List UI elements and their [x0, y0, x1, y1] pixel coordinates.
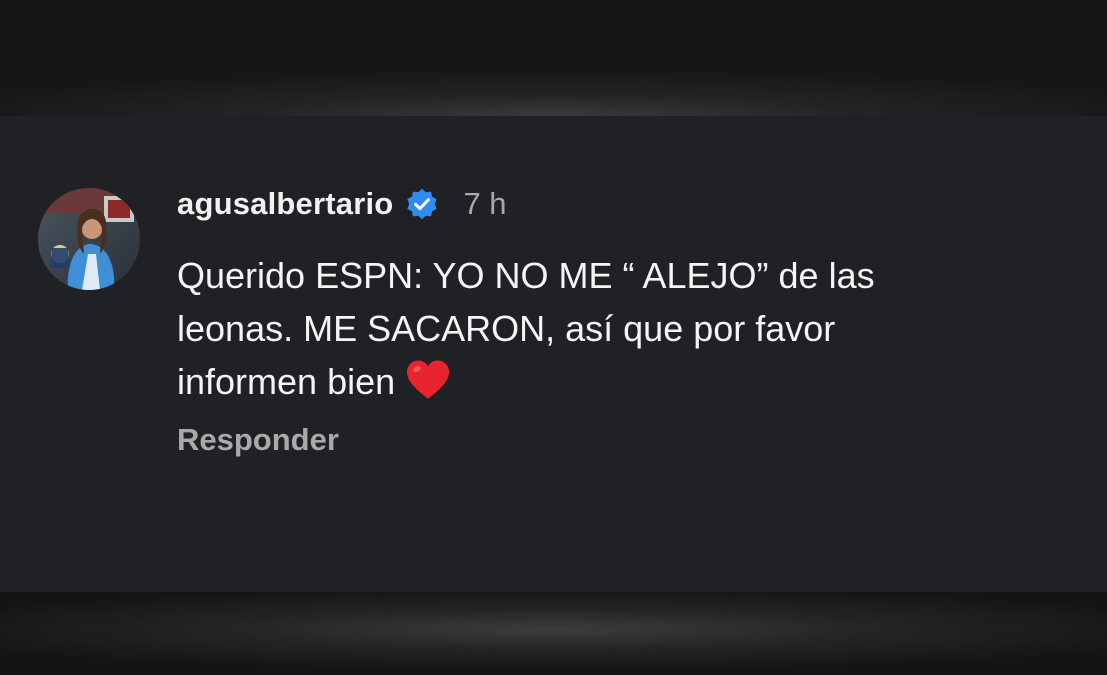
- reply-button[interactable]: Responder: [177, 422, 339, 458]
- comment-body: Querido ESPN: YO NO ME “ ALEJO” de las l…: [177, 249, 1057, 408]
- avatar-photo: [38, 188, 140, 290]
- username-link[interactable]: agusalbertario: [177, 186, 393, 222]
- verified-badge-icon: [405, 187, 439, 221]
- avatar[interactable]: [38, 188, 140, 290]
- comment-text-line: Querido ESPN: YO NO ME “ ALEJO” de las: [177, 255, 875, 296]
- red-heart-icon: [405, 359, 451, 401]
- comment-header: agusalbertario 7 h: [177, 184, 507, 224]
- video-frame-top: [0, 0, 1107, 116]
- comment-text-line-last: informen bien: [177, 355, 1057, 408]
- comment-text-line: informen bien: [177, 361, 396, 402]
- video-frame-bottom: [0, 592, 1107, 675]
- comment-card: agusalbertario 7 h Querido ESPN: YO NO M…: [0, 116, 1107, 592]
- comment-timestamp: 7 h: [463, 186, 507, 221]
- comment-text-line: leonas. ME SACARON, así que por favor: [177, 308, 836, 349]
